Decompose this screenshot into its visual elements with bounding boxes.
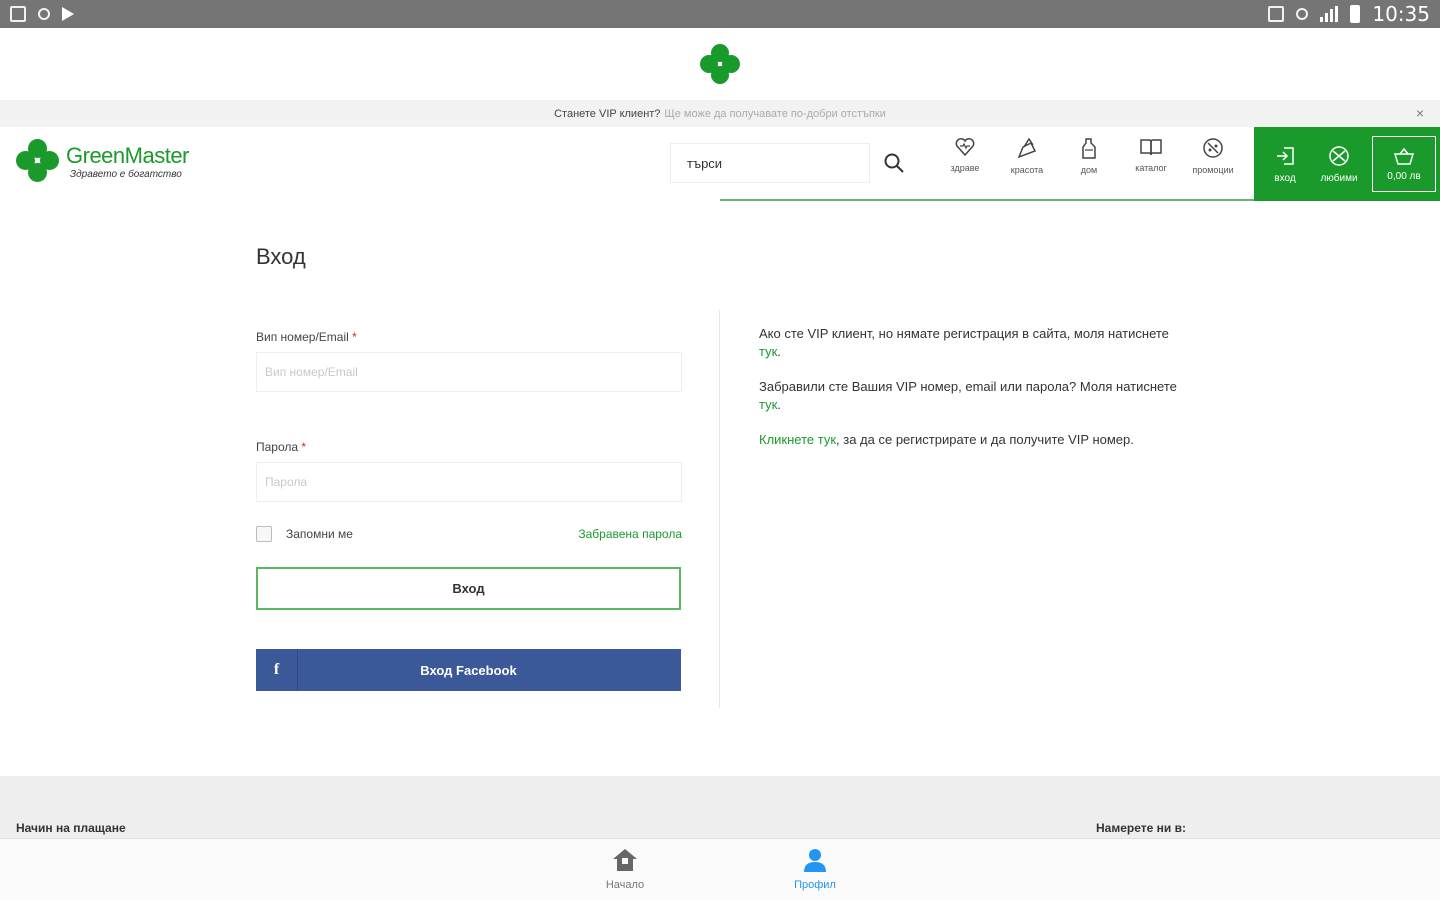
bottom-nav: Начало Профил	[0, 838, 1440, 900]
nav-catalog-label: каталог	[1135, 163, 1167, 173]
app-bar	[0, 28, 1440, 100]
password-label-text: Парола	[256, 440, 299, 454]
payment-heading: Начин на плащане	[16, 821, 126, 835]
info-new-registration: Кликнете тук, за да се регистрирате и да…	[759, 431, 1179, 449]
category-nav: здраве красота дом каталог промоции	[934, 137, 1244, 175]
nav-catalog[interactable]: каталог	[1120, 137, 1182, 175]
nav-beauty-label: красота	[1010, 165, 1044, 175]
cart-button[interactable]: 0,00 лв	[1372, 136, 1436, 192]
username-input[interactable]	[256, 352, 682, 392]
username-label-text: Вип номер/Email	[256, 330, 349, 344]
facebook-icon: f	[256, 649, 298, 691]
logo-clover-icon	[16, 139, 60, 183]
info-register-existing: Ако сте VIP клиент, но нямате регистраци…	[759, 325, 1179, 361]
search-input[interactable]	[670, 143, 870, 183]
cart-total: 0,00 лв	[1387, 170, 1421, 182]
signal-icon	[1320, 6, 1339, 22]
remember-label: Запомни ме	[286, 527, 353, 541]
recover-vip-link[interactable]: тук	[759, 397, 777, 412]
basket-icon	[1393, 147, 1415, 165]
wishlist-link[interactable]: любими	[1312, 145, 1366, 184]
required-mark: *	[301, 440, 307, 454]
clover-logo-icon	[700, 44, 740, 84]
register-existing-link[interactable]: тук	[759, 344, 777, 359]
wifi-icon	[1296, 8, 1309, 20]
info-text: , за да се регистрирате и да получите VI…	[836, 432, 1134, 447]
logo-subtitle: Здравето е богатство	[70, 168, 182, 180]
column-divider	[719, 310, 720, 708]
login-icon	[1277, 146, 1294, 165]
favorites-icon	[1329, 145, 1349, 166]
nav-home-label: дом	[1080, 165, 1098, 175]
nav-beauty[interactable]: красота	[996, 137, 1058, 175]
username-label: Вип номер/Email *	[256, 330, 682, 344]
footer: Начин на плащане Намерете ни в:	[0, 776, 1440, 838]
play-store-notification-icon	[62, 7, 74, 21]
nav-promotions-label: промоции	[1192, 165, 1234, 175]
info-panel: Ако сте VIP клиент, но нямате регистраци…	[759, 325, 1179, 466]
book-icon	[1140, 139, 1162, 156]
login-link[interactable]: вход	[1258, 145, 1312, 184]
promo-text: Ще може да получавате по-добри отстъпки	[664, 107, 886, 120]
login-form: Вип номер/Email * Парола *	[256, 330, 682, 502]
required-mark: *	[352, 330, 357, 344]
bottle-icon	[1082, 138, 1096, 159]
info-text: .	[777, 344, 781, 359]
site-logo[interactable]: GreenMaster Здравето е богатство	[16, 139, 189, 183]
home-icon	[613, 849, 637, 871]
facebook-login-label: Вход Facebook	[420, 662, 517, 678]
login-link-label: вход	[1274, 172, 1296, 184]
remember-checkbox[interactable]	[256, 526, 272, 542]
register-new-link[interactable]: Кликнете тук	[759, 432, 836, 447]
promo-title: Станете VIP клиент?	[554, 107, 661, 120]
facebook-login-button[interactable]: f Вход Facebook	[256, 649, 681, 691]
app-notification-icon	[38, 8, 50, 20]
bottom-nav-profile-label: Профил	[794, 879, 836, 891]
percent-icon	[1203, 138, 1223, 158]
remember-me[interactable]: Запомни ме	[256, 526, 353, 542]
profile-icon	[804, 849, 826, 872]
info-text: Забравили сте Вашия VIP номер, email или…	[759, 379, 1177, 394]
search-icon	[884, 153, 904, 173]
nav-promotions[interactable]: промоции	[1182, 137, 1244, 175]
wishlist-link-label: любими	[1320, 172, 1358, 184]
logo-title: GreenMaster	[66, 142, 189, 168]
bottom-nav-home[interactable]: Начало	[580, 847, 670, 891]
heart-icon	[955, 138, 975, 157]
battery-icon	[1350, 5, 1361, 23]
info-text: Ако сте VIP клиент, но нямате регистраци…	[759, 326, 1169, 341]
remember-row: Запомни ме Забравена парола	[256, 526, 682, 542]
search-button[interactable]	[870, 143, 918, 183]
info-forgot-vip: Забравили сте Вашия VIP номер, email или…	[759, 378, 1179, 414]
password-input[interactable]	[256, 462, 682, 502]
login-button[interactable]: Вход	[256, 567, 681, 610]
status-bar: 10:35	[0, 0, 1440, 28]
vip-promo-banner: Станете VIP клиент? Ще може да получават…	[0, 100, 1440, 127]
gallery-notification-icon	[10, 6, 26, 22]
bottom-nav-profile[interactable]: Профил	[770, 847, 860, 891]
nav-health-label: здраве	[950, 163, 980, 173]
status-time: 10:35	[1372, 2, 1430, 26]
bottom-nav-home-label: Начало	[605, 879, 645, 891]
promo-close-icon[interactable]: ×	[1416, 105, 1424, 121]
nav-health[interactable]: здраве	[934, 137, 996, 175]
search-bar	[670, 143, 918, 183]
nav-home[interactable]: дом	[1058, 137, 1120, 175]
find-us-heading: Намерете ни в:	[1096, 821, 1186, 835]
page-title: Вход	[256, 244, 306, 269]
account-actions: вход любими 0,00 лв	[1254, 127, 1440, 201]
site-header: GreenMaster Здравето е богатство здраве	[0, 127, 1440, 201]
nfc-icon	[1268, 6, 1285, 22]
header-underline	[720, 199, 1255, 201]
info-text: .	[777, 397, 781, 412]
forgot-password-link[interactable]: Забравена парола	[578, 527, 682, 541]
password-label: Парола *	[256, 440, 682, 454]
lipstick-icon	[1017, 137, 1037, 159]
